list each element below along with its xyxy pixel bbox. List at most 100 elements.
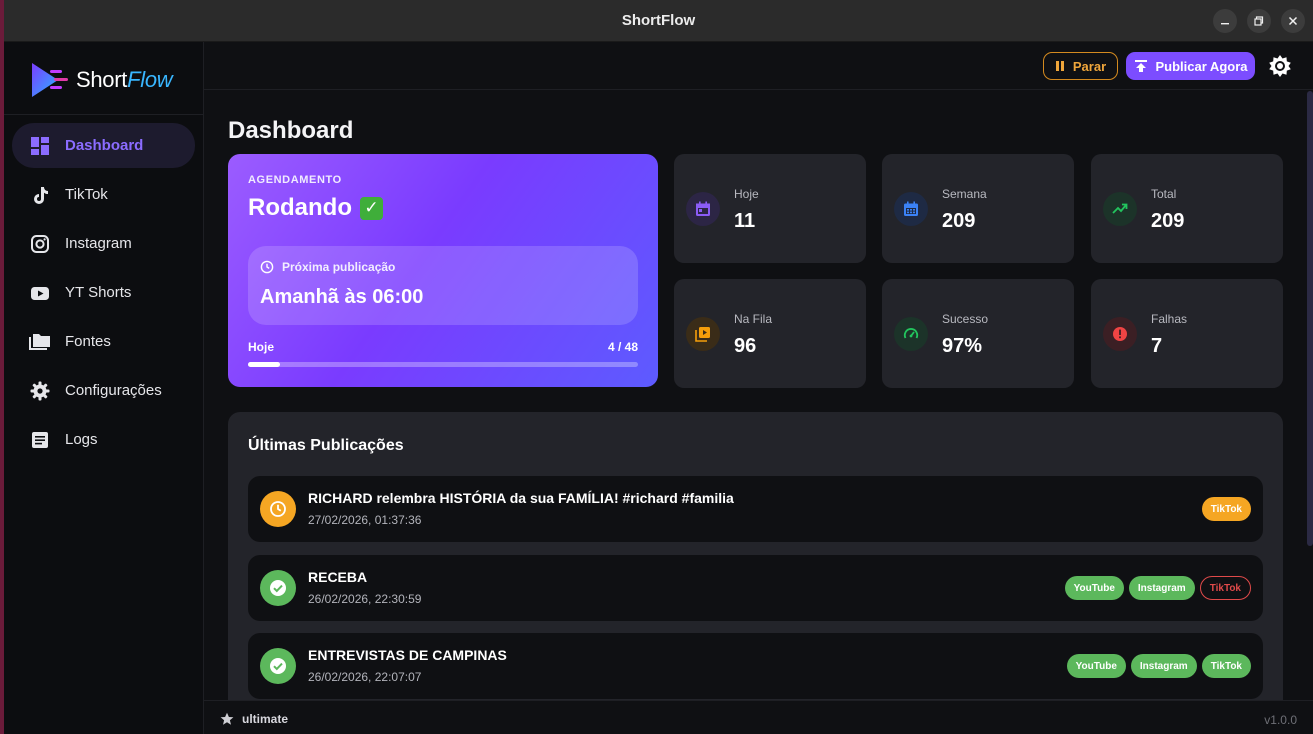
calendar-day-icon: [686, 192, 720, 226]
stat-value: 96: [734, 335, 757, 357]
brand-logo[interactable]: ShortFlow: [28, 60, 173, 100]
stat-value: 7: [1151, 335, 1163, 357]
main-content: Dashboard AGENDAMENTO Rodando ✓ Próxima …: [204, 91, 1313, 700]
stop-button-label: Parar: [1072, 58, 1107, 74]
tag-instagram: Instagram: [1128, 576, 1195, 600]
brand-name: ShortFlow: [76, 67, 173, 92]
close-icon: [1288, 16, 1298, 26]
schedule-status: Rodando ✓: [248, 194, 638, 222]
publication-item[interactable]: ENTREVISTAS DE CAMPINAS 26/02/2026, 22:0…: [248, 633, 1263, 699]
schedule-card: AGENDAMENTO Rodando ✓ Próxima publicação…: [228, 154, 658, 387]
sun-icon: [1269, 55, 1291, 77]
tag-tiktok: TikTok: [1201, 654, 1251, 678]
stat-value: 97%: [942, 335, 983, 357]
next-publication-box: Próxima publicação Amanhã às 06:00: [248, 246, 638, 325]
publish-button-label: Publicar Agora: [1155, 58, 1248, 74]
sidebar-item-label: Instagram: [65, 235, 132, 252]
publication-title: RECEBA: [308, 569, 368, 585]
stat-label: Falhas: [1151, 312, 1188, 326]
sidebar-item-logs[interactable]: Logs: [12, 417, 195, 462]
minimize-button[interactable]: [1213, 9, 1237, 33]
titlebar: ShortFlow: [4, 0, 1313, 42]
stat-label: Hoje: [734, 187, 759, 201]
folder-icon: [29, 331, 51, 353]
close-button[interactable]: [1281, 9, 1305, 33]
status-footer: ultimate v1.0.0: [204, 700, 1313, 734]
sidebar-item-fontes[interactable]: Fontes: [12, 319, 195, 364]
publication-item[interactable]: RECEBA 26/02/2026, 22:30:59 YouTube Inst…: [248, 555, 1263, 621]
sidebar-item-dashboard[interactable]: Dashboard: [12, 123, 195, 168]
queue-icon: [686, 317, 720, 351]
stat-label: Semana: [942, 187, 987, 201]
app-version: v1.0.0: [1264, 713, 1297, 727]
stat-value: 209: [1151, 210, 1185, 232]
stat-card-na-fila: Na Fila 96: [674, 279, 866, 388]
progress-label: Hoje: [248, 340, 275, 354]
star-icon: [220, 712, 234, 725]
schedule-overline: AGENDAMENTO: [248, 174, 342, 186]
stat-label: Na Fila: [734, 312, 773, 326]
sidebar-divider: [4, 114, 204, 115]
next-publication-value: Amanhã às 06:00: [260, 286, 424, 308]
tiktok-icon: [29, 184, 51, 206]
window-controls: [1213, 9, 1305, 33]
success-check-icon: [260, 570, 296, 606]
stop-button[interactable]: Parar: [1043, 52, 1118, 80]
stat-label: Total: [1151, 187, 1177, 201]
pending-clock-icon: [260, 491, 296, 527]
play-logo-icon: [32, 63, 68, 97]
tag-tiktok: TikTok: [1201, 497, 1251, 521]
daily-progress-bar: [248, 362, 638, 367]
youtube-icon: [29, 282, 51, 304]
maximize-button[interactable]: [1247, 9, 1271, 33]
theme-toggle-button[interactable]: [1268, 54, 1292, 78]
daily-progress-fill: [248, 362, 281, 367]
sidebar-item-yt-shorts[interactable]: YT Shorts: [12, 270, 195, 315]
trend-up-icon: [1103, 192, 1137, 226]
stat-value: 11: [734, 210, 756, 232]
tag-youtube: YouTube: [1064, 576, 1124, 600]
minimize-icon: [1221, 23, 1229, 25]
app-window: ShortFlow ShortFlow Dashboard TikTok Ins…: [0, 0, 1313, 734]
sidebar-item-label: YT Shorts: [65, 284, 132, 301]
sidebar-item-label: Configurações: [65, 382, 162, 399]
page-title: Dashboard: [228, 117, 354, 144]
publication-title: ENTREVISTAS DE CAMPINAS: [308, 647, 507, 663]
stat-card-falhas: Falhas 7: [1091, 279, 1283, 388]
calendar-week-icon: [894, 192, 928, 226]
stat-label: Sucesso: [942, 312, 989, 326]
gauge-icon: [894, 317, 928, 351]
sidebar-item-label: TikTok: [65, 186, 108, 203]
daily-progress-row: Hoje 4 / 48: [248, 340, 638, 354]
platform-tags: YouTube Instagram TikTok: [1064, 576, 1251, 600]
check-mark-icon: ✓: [359, 196, 383, 220]
stat-card-sucesso: Sucesso 97%: [882, 279, 1074, 388]
alert-icon: [1103, 317, 1137, 351]
stat-value: 209: [942, 210, 976, 232]
publication-item[interactable]: RICHARD relembra HISTÓRIA da sua FAMÍLIA…: [248, 476, 1263, 542]
publication-date: 27/02/2026, 01:37:36: [308, 513, 422, 527]
main-scrollbar[interactable]: [1307, 91, 1313, 546]
stat-card-semana: Semana 209: [882, 154, 1074, 263]
publication-date: 26/02/2026, 22:30:59: [308, 592, 422, 606]
success-check-icon: [260, 648, 296, 684]
window-title: ShortFlow: [621, 12, 696, 29]
sidebar: ShortFlow Dashboard TikTok Instagram YT …: [4, 42, 204, 734]
sidebar-item-label: Fontes: [65, 333, 111, 350]
instagram-icon: [29, 233, 51, 255]
publish-now-button[interactable]: Publicar Agora: [1126, 52, 1255, 80]
document-icon: [29, 429, 51, 451]
pause-icon: [1055, 61, 1064, 71]
gear-icon: [29, 380, 51, 402]
schedule-status-text: Rodando: [248, 194, 352, 221]
progress-count: 4 / 48: [607, 340, 638, 354]
sidebar-item-tiktok[interactable]: TikTok: [12, 172, 195, 217]
sidebar-item-label: Dashboard: [65, 137, 144, 154]
sidebar-item-label: Logs: [65, 431, 98, 448]
sidebar-item-instagram[interactable]: Instagram: [12, 221, 195, 266]
stat-card-total: Total 209: [1091, 154, 1283, 263]
dashboard-icon: [29, 135, 51, 157]
tag-youtube: YouTube: [1066, 654, 1126, 678]
stat-card-hoje: Hoje 11: [674, 154, 866, 263]
sidebar-item-configuracoes[interactable]: Configurações: [12, 368, 195, 413]
